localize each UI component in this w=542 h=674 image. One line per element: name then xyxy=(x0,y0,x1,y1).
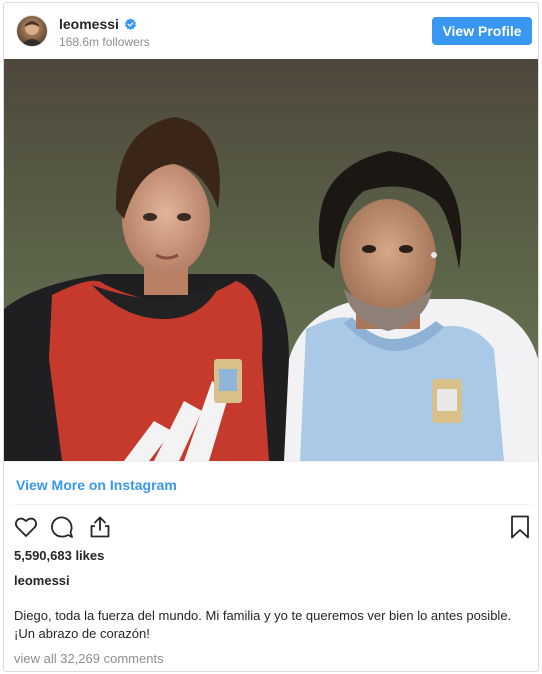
divider xyxy=(14,504,530,505)
heart-icon[interactable] xyxy=(14,515,38,539)
share-icon[interactable] xyxy=(88,515,112,539)
post-photo-image xyxy=(4,59,538,461)
caption-text: Diego, toda la fuerza del mundo. Mi fami… xyxy=(14,608,512,641)
view-profile-button[interactable]: View Profile xyxy=(432,17,532,45)
avatar-image xyxy=(20,21,44,46)
view-all-comments-link[interactable]: view all 32,269 comments xyxy=(14,651,164,666)
comment-icon[interactable] xyxy=(50,515,74,539)
view-more-on-instagram-link[interactable]: View More on Instagram xyxy=(16,477,177,493)
instagram-embed-card: leomessi 168.6m followers View Profile V… xyxy=(3,2,539,672)
follower-count: 168.6m followers xyxy=(59,35,150,49)
avatar[interactable] xyxy=(16,15,48,47)
post-header: leomessi 168.6m followers View Profile xyxy=(4,3,538,59)
username-row: leomessi xyxy=(59,16,137,32)
post-photo[interactable] xyxy=(4,59,538,462)
verified-badge-icon xyxy=(124,17,136,30)
like-count: 5,590,683 likes xyxy=(14,548,105,563)
username[interactable]: leomessi xyxy=(59,16,119,32)
caption-username[interactable]: leomessi xyxy=(14,573,70,588)
bookmark-icon[interactable] xyxy=(510,515,530,539)
